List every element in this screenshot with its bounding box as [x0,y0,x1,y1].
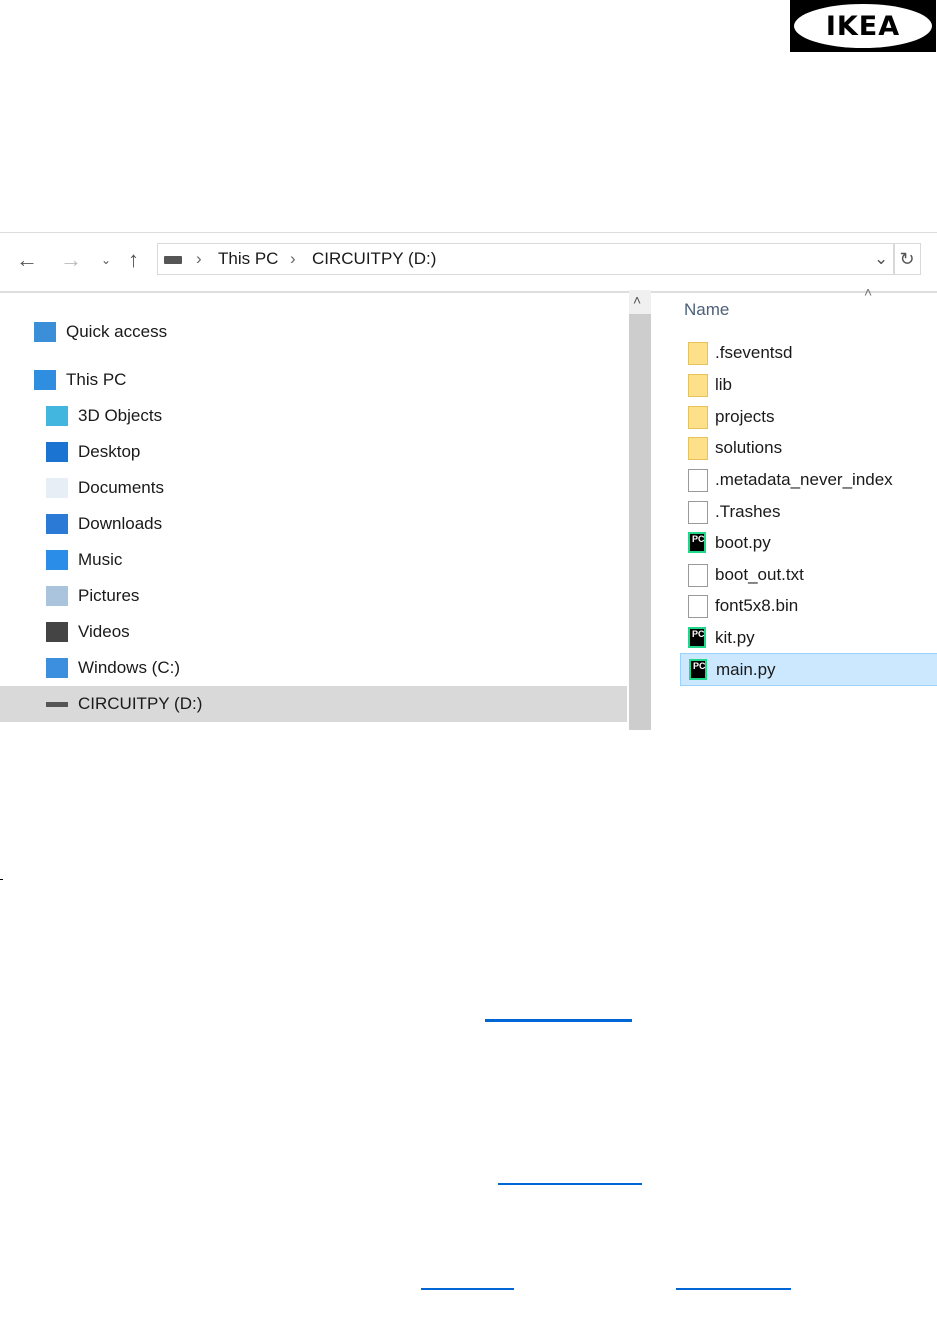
nav-item-3d-objects[interactable]: 3D Objects [0,398,627,434]
name-column-header[interactable]: Name [684,300,729,320]
file-name: .metadata_never_index [715,470,893,489]
sort-ascending-icon: ˄ [864,284,873,300]
pictures-icon [46,586,68,606]
file-row[interactable]: projects [680,401,936,432]
address-dropdown-icon[interactable]: ⌄ [874,249,888,269]
chevron-right-icon: › [290,249,296,268]
nav-item-label: Windows (C:) [78,658,181,677]
file-name: font5x8.bin [715,596,799,615]
nav-item-label: Music [78,550,123,569]
videos-icon [46,622,68,642]
nav-item-label: 3D Objects [78,406,163,425]
file-row[interactable]: PC boot.py [680,527,936,558]
pycharm-file-icon: PC [688,532,706,553]
file-row[interactable]: boot_out.txt [680,559,936,590]
nav-item-label: Desktop [78,442,141,461]
folder-icon [688,342,708,365]
nav-item-windows-c[interactable]: Windows (C:) [0,650,627,686]
explorer-toolbar: ← → ⌄ ↑ › This PC › CIRCUITPY (D:) ⌄ ↻ [0,232,937,293]
address-bar[interactable]: › This PC › CIRCUITPY (D:) ⌄ [157,243,895,275]
file-name: .fseventsd [715,343,793,362]
nav-item-label: Downloads [78,514,163,533]
nav-item-label: This PC [66,370,127,389]
file-row[interactable]: .fseventsd [680,337,936,368]
file-name: projects [715,407,775,426]
file-name: boot.py [715,533,771,552]
nav-item-label: CIRCUITPY (D:) [78,694,203,713]
ikea-logo: IKEA [790,0,936,52]
download-icon [46,514,68,534]
breadcrumb-circuitpy[interactable]: CIRCUITPY (D:) [312,249,436,269]
file-name: .Trashes [715,502,781,521]
nav-item-label: Quick access [66,322,168,341]
forward-button[interactable]: → [60,247,82,273]
nav-item-quick-access[interactable]: Quick access [0,314,627,350]
nav-item-downloads[interactable]: Downloads [0,506,627,542]
up-button[interactable]: ↑ [128,247,139,273]
file-name: solutions [715,438,783,457]
nav-item-label: Videos [78,622,130,641]
file-row[interactable]: font5x8.bin [680,590,936,621]
file-row[interactable]: lib [680,369,936,400]
text-file-icon [688,564,708,587]
pycharm-file-icon: PC [688,627,706,648]
nav-item-music[interactable]: Music [0,542,627,578]
file-name: main.py [716,660,776,679]
pycharm-file-icon: PC [689,659,707,680]
hyperlink-underline[interactable] [485,1019,632,1022]
breadcrumb-this-pc[interactable]: This PC [218,249,278,269]
back-button[interactable]: ← [16,247,38,273]
file-icon [688,469,708,492]
file-row[interactable]: PC kit.py [680,622,936,653]
file-name: kit.py [715,628,755,647]
drive-icon [164,256,182,264]
cube-icon [46,406,68,426]
documents-icon [46,478,68,498]
recent-locations-chevron-icon[interactable]: ⌄ [101,253,111,267]
scroll-up-icon[interactable]: ˄ [633,292,641,308]
file-row[interactable]: .metadata_never_index [680,464,936,495]
nav-item-circuitpy-d[interactable]: CIRCUITPY (D:) [0,686,627,722]
file-name: lib [715,375,733,394]
folder-icon [688,374,708,397]
scrollbar-thumb[interactable] [629,314,651,730]
music-icon [46,550,68,570]
file-row[interactable]: solutions [680,432,936,463]
file-row[interactable]: .Trashes [680,496,936,527]
star-icon [34,322,56,342]
hyperlink-underline[interactable] [421,1288,514,1290]
usb-drive-icon [46,702,68,707]
file-icon [688,595,708,618]
refresh-button[interactable]: ↻ [893,243,921,275]
hyperlink-underline[interactable] [676,1288,791,1290]
nav-item-this-pc[interactable]: This PC [0,362,627,398]
desktop-icon [46,442,68,462]
nav-item-videos[interactable]: Videos [0,614,627,650]
divider [0,879,3,880]
nav-item-documents[interactable]: Documents [0,470,627,506]
hyperlink-underline[interactable] [498,1183,642,1185]
nav-item-pictures[interactable]: Pictures [0,578,627,614]
drive-icon [46,658,68,678]
computer-icon [34,370,56,390]
file-row[interactable]: PC main.py [680,653,937,686]
nav-item-label: Documents [78,478,164,497]
nav-item-desktop[interactable]: Desktop [0,434,627,470]
nav-item-label: Pictures [78,586,140,605]
folder-icon [688,437,708,460]
file-icon [688,501,708,524]
chevron-right-icon: › [196,249,202,268]
file-name: boot_out.txt [715,565,804,584]
folder-icon [688,406,708,429]
